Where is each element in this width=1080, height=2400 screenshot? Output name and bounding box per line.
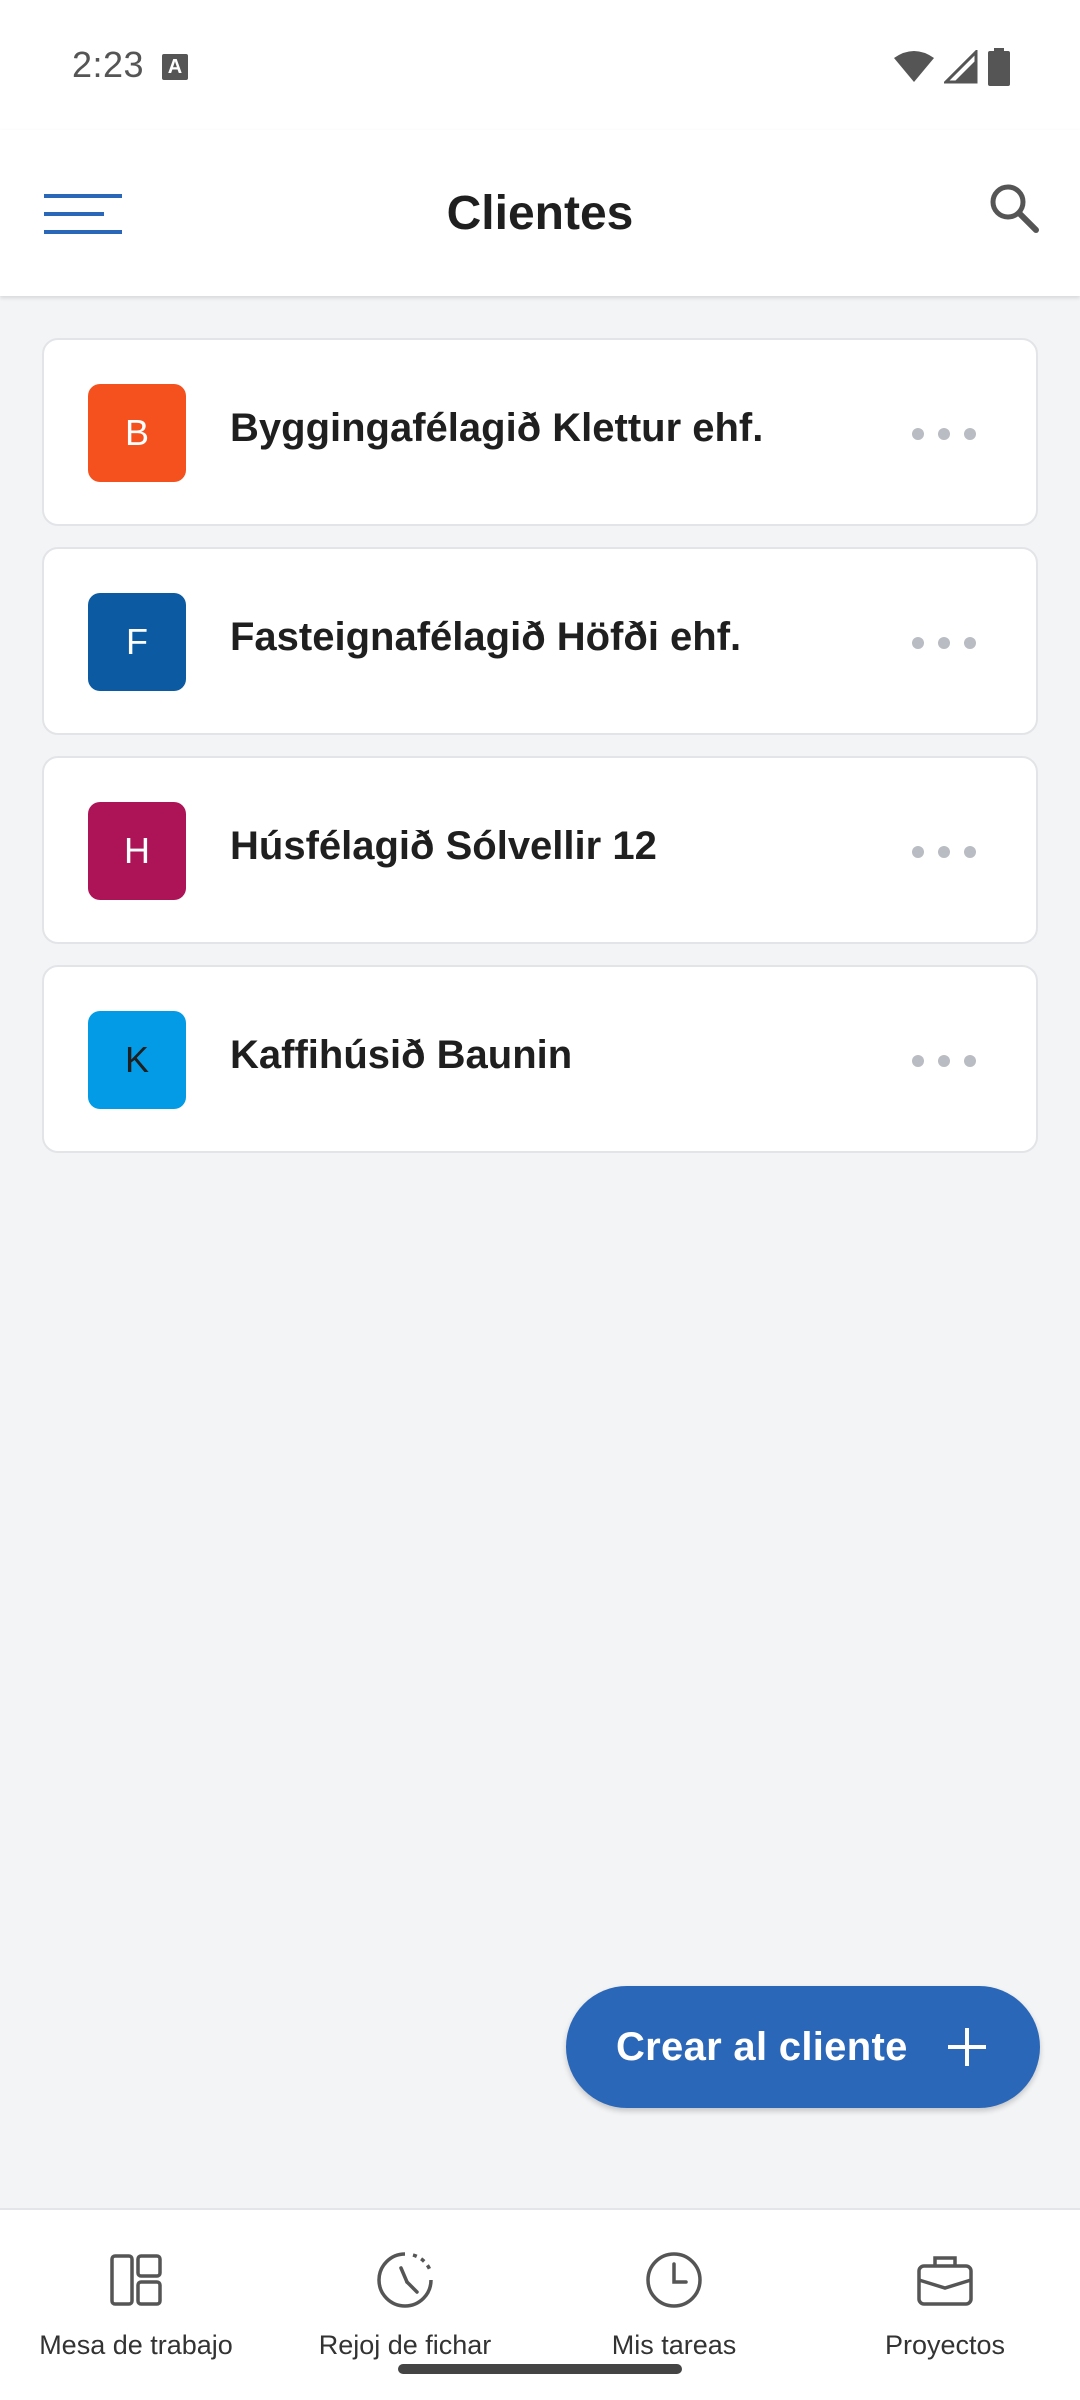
status-bar: 2:23 A xyxy=(0,0,1080,130)
create-client-label: Crear al cliente xyxy=(616,2024,908,2069)
more-options-icon[interactable] xyxy=(912,629,976,657)
client-card[interactable]: H Húsfélagið Sólvellir 12 xyxy=(42,756,1038,944)
nav-label: Mis tareas xyxy=(611,2330,737,2360)
nav-item-mis-tareas[interactable]: Mis tareas xyxy=(539,2248,809,2361)
dashboard-icon xyxy=(110,2254,162,2306)
more-options-icon[interactable] xyxy=(912,420,976,448)
battery-icon xyxy=(988,48,1010,86)
avatar: B xyxy=(88,384,186,482)
nav-label: Proyectos xyxy=(884,2330,1006,2360)
nav-item-mesa-de-trabajo[interactable]: Mesa de trabajo xyxy=(1,2248,271,2361)
avatar: F xyxy=(88,593,186,691)
nav-label: Rejoj de fichar xyxy=(318,2330,492,2360)
status-time: 2:23 xyxy=(72,44,145,85)
nav-item-rejoj-de-fichar[interactable]: Rejoj de fichar xyxy=(270,2248,540,2361)
client-card[interactable]: K Kaffihúsið Baunin xyxy=(42,965,1038,1153)
clock-icon xyxy=(646,2252,702,2308)
avatar: H xyxy=(88,802,186,900)
more-options-icon[interactable] xyxy=(912,1047,976,1075)
client-name: Fasteignafélagið Höfði ehf. xyxy=(230,615,742,659)
nav-item-proyectos[interactable]: Proyectos xyxy=(810,2248,1080,2361)
time-clock-icon xyxy=(377,2252,433,2308)
page-title: Clientes xyxy=(446,187,634,240)
search-icon[interactable] xyxy=(984,178,1044,238)
wifi-icon xyxy=(894,51,934,82)
create-client-button[interactable]: Crear al cliente xyxy=(566,1986,1040,2108)
client-name: Kaffihúsið Baunin xyxy=(230,1033,573,1077)
client-card[interactable]: B Byggingafélagið Klettur ehf. xyxy=(42,338,1038,526)
client-name: Húsfélagið Sólvellir 12 xyxy=(230,824,657,868)
notification-icon: A xyxy=(162,54,188,80)
avatar: K xyxy=(88,1011,186,1109)
more-options-icon[interactable] xyxy=(912,838,976,866)
briefcase-icon xyxy=(917,2256,973,2306)
client-name: Byggingafélagið Klettur ehf. xyxy=(230,406,764,450)
home-indicator[interactable] xyxy=(398,2364,682,2374)
plus-icon xyxy=(948,2028,986,2066)
app-bar: Clientes xyxy=(0,130,1080,296)
signal-icon xyxy=(944,50,978,84)
client-card[interactable]: F Fasteignafélagið Höfði ehf. xyxy=(42,547,1038,735)
client-list: B Byggingafélagið Klettur ehf. F Fasteig… xyxy=(42,338,1038,1174)
status-icons xyxy=(894,48,1010,86)
nav-label: Mesa de trabajo xyxy=(39,2330,233,2360)
